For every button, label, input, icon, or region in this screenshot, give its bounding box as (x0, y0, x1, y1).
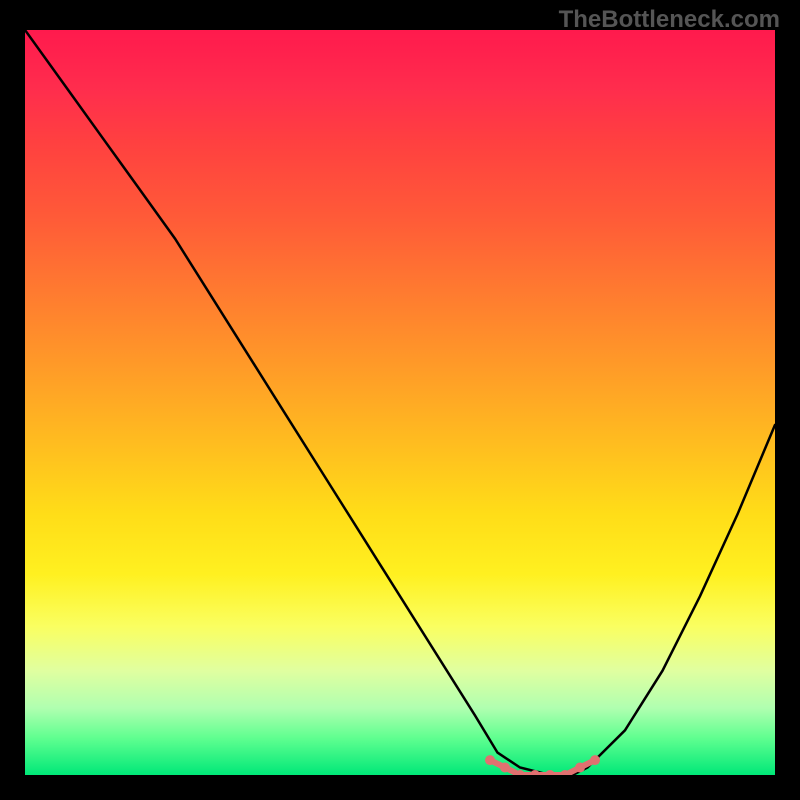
watermark-text: TheBottleneck.com (559, 6, 780, 34)
marker-dot (545, 770, 555, 775)
bottleneck-curve (25, 30, 775, 775)
marker-dot (500, 763, 510, 773)
plot-area (25, 30, 775, 775)
marker-band (485, 755, 600, 775)
marker-dot (590, 755, 600, 765)
marker-dot (575, 763, 585, 773)
marker-dot (485, 755, 495, 765)
curve-layer (25, 30, 775, 775)
chart-container: TheBottleneck.com (0, 0, 800, 800)
